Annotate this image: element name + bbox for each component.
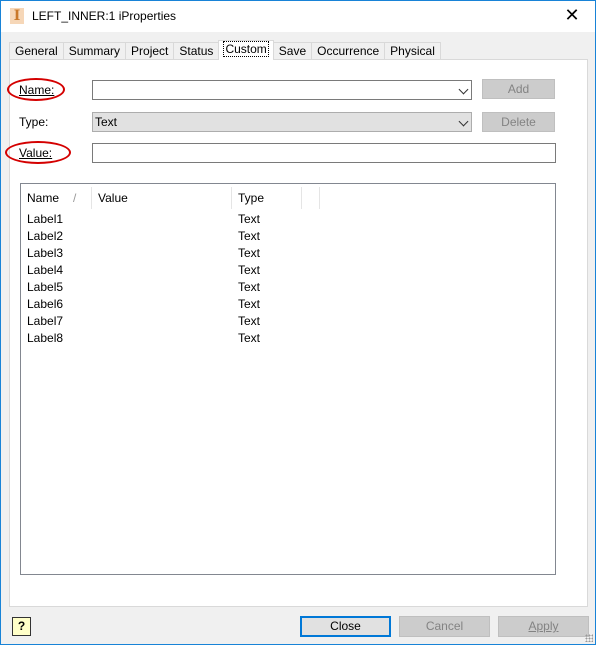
tab-physical[interactable]: Physical — [384, 42, 441, 60]
tab-project[interactable]: Project — [125, 42, 175, 60]
column-header-type[interactable]: Type — [232, 187, 302, 209]
cell-name: Label6 — [27, 297, 64, 311]
tab-label: Project — [131, 44, 169, 58]
window-title: LEFT_INNER:1 iProperties — [32, 9, 177, 23]
list-item[interactable]: Label8 Text — [27, 331, 427, 348]
sort-indicator-icon: / — [73, 191, 77, 205]
tab-label: Custom — [223, 41, 269, 57]
cell-type: Text — [238, 229, 261, 243]
chevron-down-icon[interactable] — [458, 84, 469, 95]
cell-type: Text — [238, 212, 261, 226]
tab-custom[interactable]: Custom — [218, 40, 274, 60]
resize-grip-icon[interactable] — [585, 634, 593, 642]
tab-label: Status — [179, 44, 214, 58]
list-item[interactable]: Label1 Text — [27, 212, 427, 229]
tab-label: Occurrence — [317, 44, 380, 58]
close-window-button[interactable]: ✕ — [549, 1, 595, 32]
inventor-part-icon: I — [10, 8, 24, 24]
tab-save[interactable]: Save — [272, 42, 313, 60]
cell-type: Text — [238, 331, 261, 345]
apply-button[interactable]: Apply — [498, 616, 589, 637]
cell-name: Label2 — [27, 229, 64, 243]
name-combobox[interactable] — [92, 80, 472, 100]
column-header-empty[interactable] — [302, 187, 320, 209]
type-value: Text — [95, 115, 118, 129]
tab-strip: General Summary Project Status Custom Save Occ… — [9, 40, 441, 60]
cell-name: Label7 — [27, 314, 64, 328]
tab-label: Save — [278, 44, 307, 58]
column-header-name[interactable]: Name / — [21, 187, 92, 209]
tab-label: General — [15, 44, 58, 58]
delete-button[interactable]: Delete — [482, 112, 555, 132]
type-label: Type: — [19, 115, 49, 129]
title-bar: I LEFT_INNER:1 iProperties ✕ — [1, 1, 595, 32]
cancel-button[interactable]: Cancel — [399, 616, 490, 637]
help-icon[interactable]: ? — [12, 617, 31, 636]
close-button[interactable]: Close — [300, 616, 391, 637]
list-item[interactable]: Label3 Text — [27, 246, 427, 263]
list-item[interactable]: Label6 Text — [27, 297, 427, 314]
name-label-text: Name: — [19, 83, 55, 97]
tab-occurrence[interactable]: Occurrence — [311, 42, 386, 60]
apply-text: Apply — [528, 619, 559, 633]
list-item[interactable]: Label5 Text — [27, 280, 427, 297]
cell-type: Text — [238, 263, 261, 277]
value-input[interactable] — [92, 143, 556, 163]
cell-name: Label5 — [27, 280, 64, 294]
type-select[interactable]: Text — [92, 112, 472, 132]
custom-properties-list[interactable]: Name / Value Type Label1 Text Label2 Text Lab… — [20, 183, 556, 575]
cell-name: Label8 — [27, 331, 64, 345]
tab-label: Summary — [68, 44, 121, 58]
iproperties-dialog: I LEFT_INNER:1 iProperties ✕ General Summ… — [0, 0, 596, 645]
cell-name: Label1 — [27, 212, 64, 226]
tab-status[interactable]: Status — [173, 42, 220, 60]
cell-name: Label4 — [27, 263, 64, 277]
list-item[interactable]: Label2 Text — [27, 229, 427, 246]
column-header-value[interactable]: Value — [92, 187, 232, 209]
tab-general[interactable]: General — [9, 42, 64, 60]
list-item[interactable]: Label4 Text — [27, 263, 427, 280]
cell-type: Text — [238, 280, 261, 294]
chevron-down-icon[interactable] — [458, 116, 469, 127]
cell-type: Text — [238, 297, 261, 311]
cell-type: Text — [238, 246, 261, 260]
add-button[interactable]: Add — [482, 79, 555, 99]
list-item[interactable]: Label7 Text — [27, 314, 427, 331]
name-label: Name: — [19, 83, 54, 97]
tab-label: Physical — [390, 44, 435, 58]
value-label: Value: — [19, 146, 53, 160]
header-text: Name — [27, 191, 60, 205]
cell-name: Label3 — [27, 246, 64, 260]
tab-summary[interactable]: Summary — [62, 42, 127, 60]
cell-type: Text — [238, 314, 261, 328]
